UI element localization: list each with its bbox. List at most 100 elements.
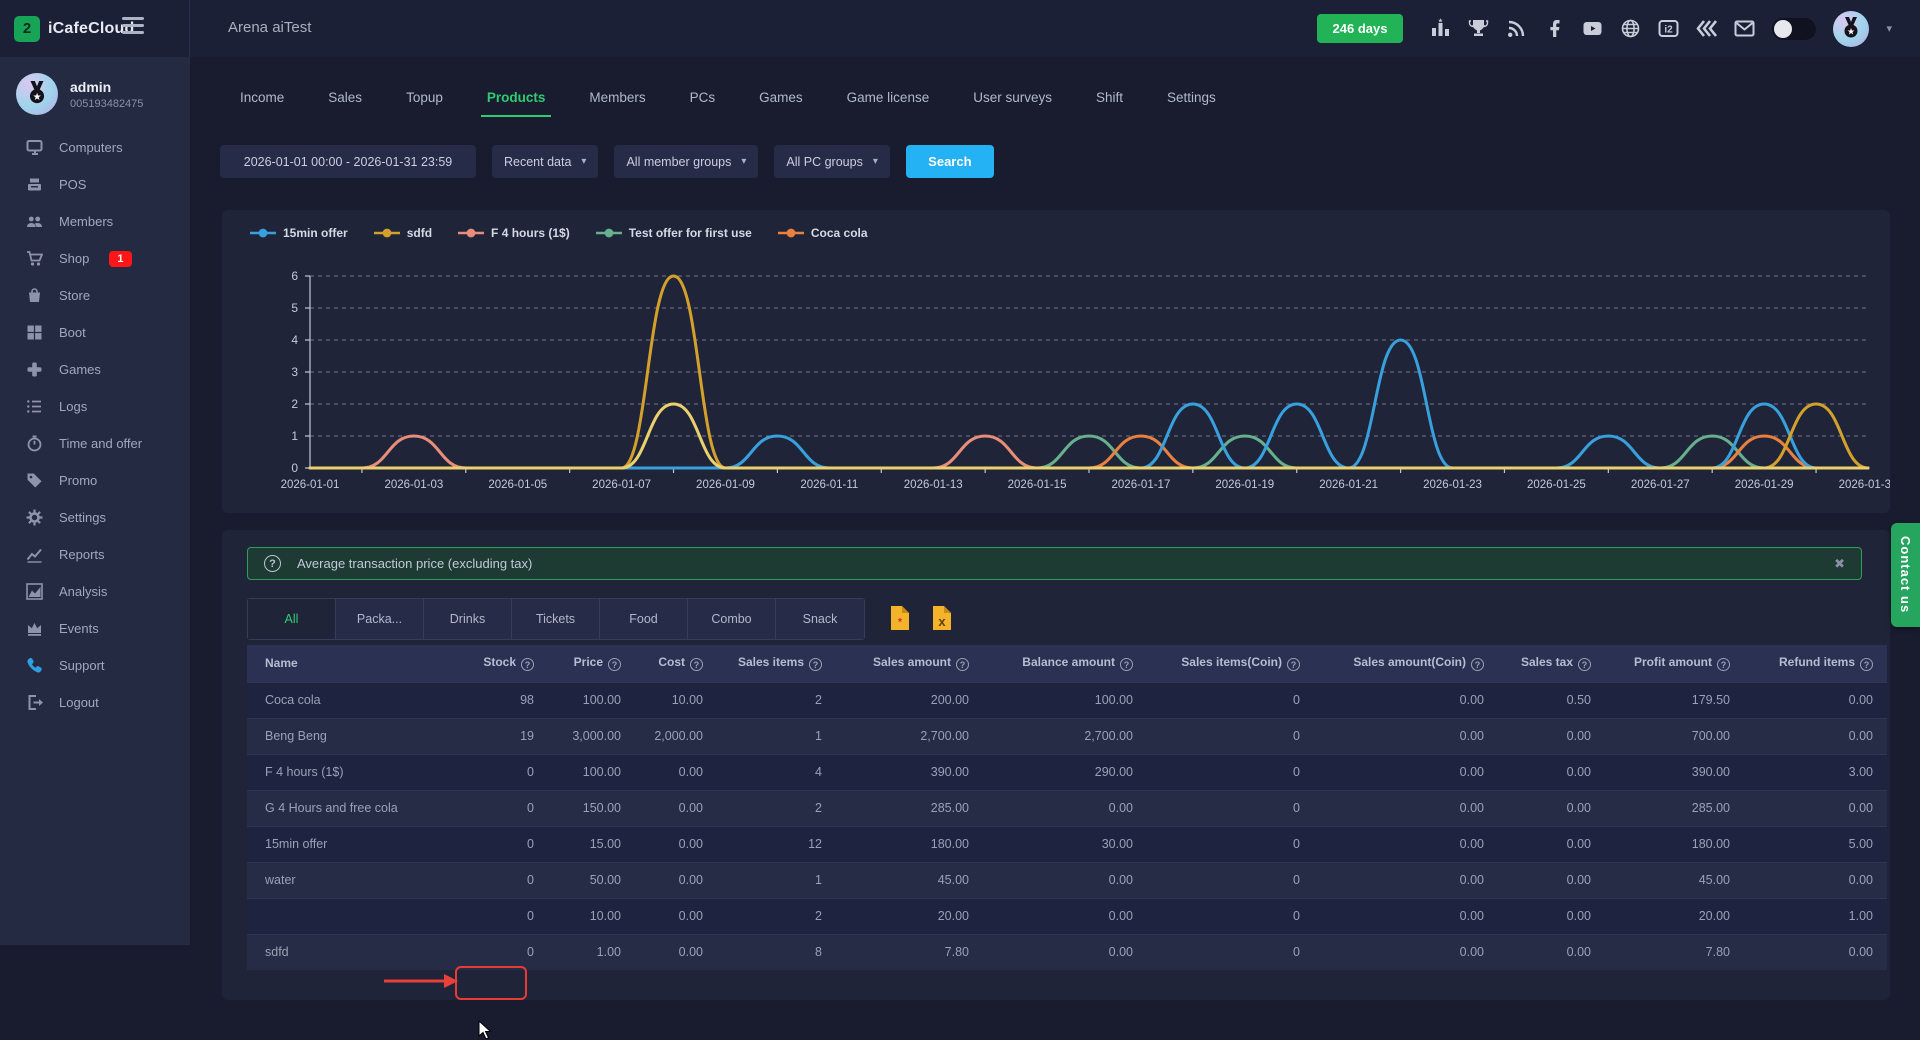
table-cell: 0.00 bbox=[1744, 682, 1887, 718]
category-tab-tickets[interactable]: Tickets bbox=[512, 599, 600, 639]
brand: 2 iCafeCloud bbox=[0, 0, 190, 57]
close-icon[interactable]: ✖ bbox=[1834, 556, 1845, 572]
category-tab-snack[interactable]: Snack bbox=[776, 599, 864, 639]
search-button[interactable]: Search bbox=[906, 145, 994, 178]
column-header-price[interactable]: Price? bbox=[548, 645, 635, 682]
column-header-sales-items-coin-[interactable]: Sales items(Coin)? bbox=[1147, 645, 1314, 682]
sidebar-item-games[interactable]: Games bbox=[0, 351, 190, 388]
date-range-input[interactable]: 2026-01-01 00:00 - 2026-01-31 23:59 bbox=[220, 145, 476, 178]
help-icon[interactable]: ? bbox=[956, 658, 969, 671]
sidebar-item-logs[interactable]: Logs bbox=[0, 388, 190, 425]
sidebar-profile[interactable]: ★ admin 005193482475 bbox=[0, 57, 190, 129]
table-row-f-4-hours-1-[interactable]: F 4 hours (1$)0100.000.004390.00290.0000… bbox=[247, 754, 1887, 790]
column-header-sales-tax[interactable]: Sales tax? bbox=[1498, 645, 1605, 682]
table-row-g-4-hours-and-free-cola[interactable]: G 4 Hours and free cola0150.000.002285.0… bbox=[247, 790, 1887, 826]
help-icon[interactable]: ? bbox=[1120, 658, 1133, 671]
main-content: Income Sales Topup Products Members PCs Games G… bbox=[190, 57, 1920, 945]
sidebar-item-reports[interactable]: Reports bbox=[0, 536, 190, 573]
table-row-coca-cola[interactable]: Coca cola98100.0010.002200.00100.0000.00… bbox=[247, 682, 1887, 718]
tab-shift[interactable]: Shift bbox=[1096, 90, 1123, 117]
tab-income[interactable]: Income bbox=[240, 90, 284, 117]
youtube-icon[interactable] bbox=[1582, 18, 1603, 39]
tab-pcs[interactable]: PCs bbox=[690, 90, 716, 117]
help-icon[interactable]: ? bbox=[690, 658, 703, 671]
license-days-badge[interactable]: 246 days bbox=[1317, 14, 1404, 43]
column-header-sales-items[interactable]: Sales items? bbox=[717, 645, 836, 682]
table-cell: Coca cola bbox=[247, 682, 468, 718]
chevrons-icon[interactable] bbox=[1696, 18, 1717, 39]
column-header-refund-items[interactable]: Refund items? bbox=[1744, 645, 1887, 682]
tab-game-license[interactable]: Game license bbox=[847, 90, 930, 117]
ranking-icon[interactable]: ★ bbox=[1430, 18, 1451, 39]
column-header-stock[interactable]: Stock? bbox=[468, 645, 548, 682]
sidebar-item-label: Computers bbox=[59, 140, 123, 155]
tab-user-surveys[interactable]: User surveys bbox=[973, 90, 1052, 117]
rss-icon[interactable] bbox=[1506, 18, 1527, 39]
help-icon[interactable]: ? bbox=[608, 658, 621, 671]
column-header-profit-amount[interactable]: Profit amount? bbox=[1605, 645, 1744, 682]
globe-icon[interactable] bbox=[1620, 18, 1641, 39]
icafe-icon[interactable]: i2 bbox=[1658, 18, 1679, 39]
category-tab-drinks[interactable]: Drinks bbox=[424, 599, 512, 639]
sidebar-item-events[interactable]: Events bbox=[0, 610, 190, 647]
help-icon[interactable]: ? bbox=[809, 658, 822, 671]
category-tab-combo[interactable]: Combo bbox=[688, 599, 776, 639]
sidebar-item-logout[interactable]: Logout bbox=[0, 684, 190, 721]
tab-topup[interactable]: Topup bbox=[406, 90, 443, 117]
data-preset-select[interactable]: Recent data ▾ bbox=[492, 145, 598, 178]
column-header-balance-amount[interactable]: Balance amount? bbox=[983, 645, 1147, 682]
table-cell: 1.00 bbox=[1744, 898, 1887, 934]
sidebar-item-pos[interactable]: POS bbox=[0, 166, 190, 203]
tab-settings[interactable]: Settings bbox=[1167, 90, 1216, 117]
table-cell: 0 bbox=[468, 754, 548, 790]
help-icon[interactable]: ? bbox=[264, 555, 281, 572]
category-tab-all[interactable]: All bbox=[248, 599, 336, 639]
top-bar: 2 iCafeCloud Arena aiTest 246 days ★i2 ★… bbox=[0, 0, 1920, 57]
help-icon[interactable]: ? bbox=[1578, 658, 1591, 671]
sidebar-item-time-and-offer[interactable]: Time and offer bbox=[0, 425, 190, 462]
help-icon[interactable]: ? bbox=[1860, 658, 1873, 671]
category-tab-packa-[interactable]: Packa... bbox=[336, 599, 424, 639]
trophy-icon[interactable] bbox=[1468, 18, 1489, 39]
column-header-name[interactable]: Name bbox=[247, 645, 468, 682]
excel-export-icon[interactable]: x bbox=[932, 605, 952, 631]
tab-games[interactable]: Games bbox=[759, 90, 803, 117]
pdf-export-icon[interactable]: ﹡ bbox=[890, 605, 910, 631]
tab-sales[interactable]: Sales bbox=[328, 90, 362, 117]
theme-toggle[interactable] bbox=[1772, 18, 1816, 40]
sidebar-item-store[interactable]: Store bbox=[0, 277, 190, 314]
svg-text:2026-01-05: 2026-01-05 bbox=[488, 479, 547, 491]
chevron-down-icon[interactable]: ▾ bbox=[1886, 22, 1892, 35]
table-cell: 0 bbox=[468, 826, 548, 862]
column-header-sales-amount-coin-[interactable]: Sales amount(Coin)? bbox=[1314, 645, 1498, 682]
table-row-blank[interactable]: 010.000.00220.000.0000.000.0020.001.00 bbox=[247, 898, 1887, 934]
column-header-cost[interactable]: Cost? bbox=[635, 645, 717, 682]
tab-products[interactable]: Products bbox=[487, 90, 546, 117]
table-row-15min-offer[interactable]: 15min offer015.000.0012180.0030.0000.000… bbox=[247, 826, 1887, 862]
sidebar-item-promo[interactable]: Promo bbox=[0, 462, 190, 499]
mail-icon[interactable] bbox=[1734, 18, 1755, 39]
help-icon[interactable]: ? bbox=[1471, 658, 1484, 671]
avatar[interactable]: ★ bbox=[1833, 11, 1869, 47]
sidebar-item-computers[interactable]: Computers bbox=[0, 129, 190, 166]
sidebar-item-boot[interactable]: Boot bbox=[0, 314, 190, 351]
facebook-icon[interactable] bbox=[1544, 18, 1565, 39]
column-header-sales-amount[interactable]: Sales amount? bbox=[836, 645, 983, 682]
table-row-beng-beng[interactable]: Beng Beng193,000.002,000.0012,700.002,70… bbox=[247, 718, 1887, 754]
help-icon[interactable]: ? bbox=[521, 658, 534, 671]
member-group-select[interactable]: All member groups ▾ bbox=[614, 145, 758, 178]
help-icon[interactable]: ? bbox=[1287, 658, 1300, 671]
category-tab-food[interactable]: Food bbox=[600, 599, 688, 639]
sidebar-item-members[interactable]: Members bbox=[0, 203, 190, 240]
hamburger-menu-icon[interactable] bbox=[122, 17, 144, 38]
sidebar-item-shop[interactable]: Shop1 bbox=[0, 240, 190, 277]
sidebar-item-settings[interactable]: Settings bbox=[0, 499, 190, 536]
help-icon[interactable]: ? bbox=[1717, 658, 1730, 671]
sidebar-item-support[interactable]: Support bbox=[0, 647, 190, 684]
table-row-sdfd[interactable]: sdfd01.000.0087.800.0000.000.007.800.00 bbox=[247, 934, 1887, 970]
sidebar-item-analysis[interactable]: Analysis bbox=[0, 573, 190, 610]
contact-us-button[interactable]: Contact us bbox=[1891, 523, 1920, 627]
pc-group-select[interactable]: All PC groups ▾ bbox=[774, 145, 889, 178]
table-row-water[interactable]: water050.000.00145.000.0000.000.0045.000… bbox=[247, 862, 1887, 898]
tab-members[interactable]: Members bbox=[589, 90, 645, 117]
